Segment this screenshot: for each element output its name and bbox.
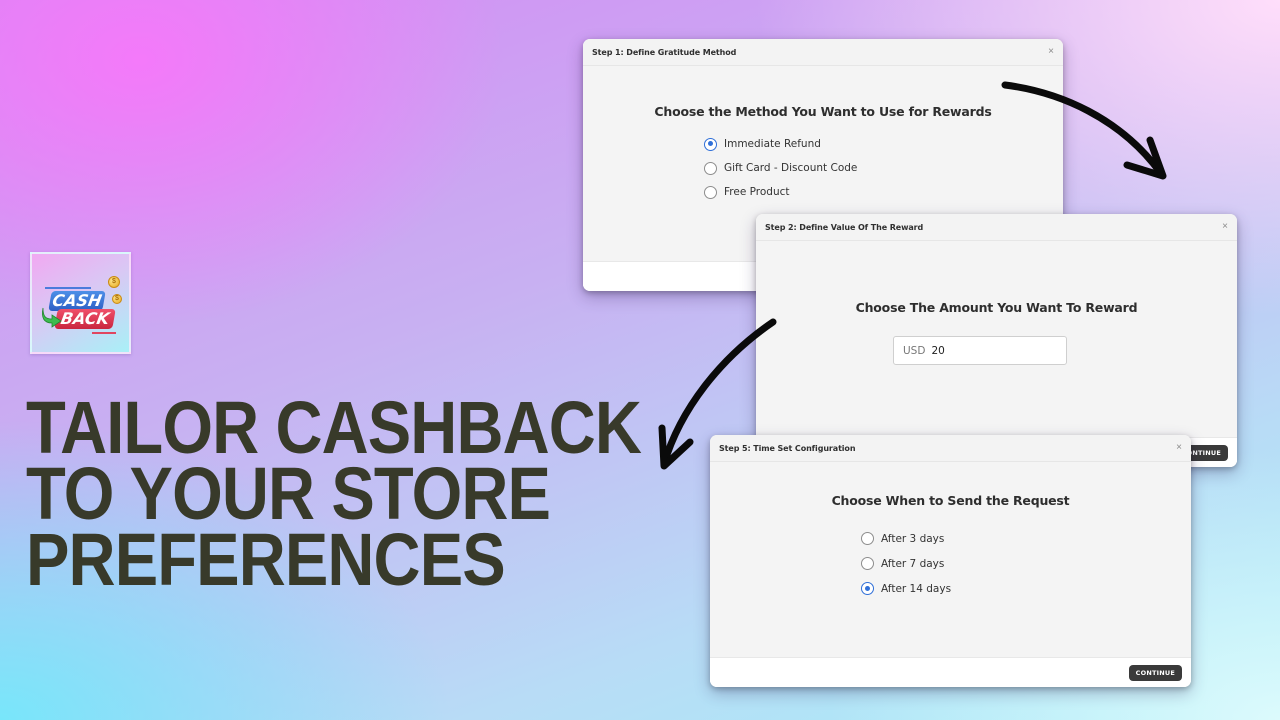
radio-label: After 7 days xyxy=(881,557,945,570)
dialog-header: Step 2: Define Value Of The Reward × xyxy=(756,214,1237,241)
dialog-header: Step 5: Time Set Configuration × xyxy=(710,435,1191,462)
radio-label: Gift Card - Discount Code xyxy=(724,162,858,174)
dialog-body: Choose When to Send the Request After 3 … xyxy=(710,462,1191,687)
radio-label: Immediate Refund xyxy=(724,138,821,150)
headline-line-3: PREFERENCES xyxy=(26,518,506,601)
reward-amount-field[interactable]: USD xyxy=(893,336,1067,365)
green-arrow-icon xyxy=(42,307,62,328)
close-icon[interactable]: × xyxy=(1176,443,1182,453)
cashback-app-logo: $ $ CASH BACK xyxy=(30,252,131,354)
radio-button[interactable] xyxy=(861,532,874,545)
radio-option-after-3-days[interactable]: After 3 days xyxy=(861,526,951,551)
reward-method-radio-group: Immediate Refund Gift Card - Discount Co… xyxy=(704,132,857,204)
question-title: Choose the Method You Want to Use for Re… xyxy=(654,104,992,119)
radio-label: Free Product xyxy=(724,186,790,198)
radio-option-immediate-refund[interactable]: Immediate Refund xyxy=(704,132,857,156)
headline: TAILOR CASHBACK TO YOUR STORE PREFERENCE… xyxy=(26,391,642,601)
gold-coin-icon: $ xyxy=(108,276,120,288)
radio-option-gift-card[interactable]: Gift Card - Discount Code xyxy=(704,156,857,180)
radio-option-free-product[interactable]: Free Product xyxy=(704,180,857,204)
dialog-title: Step 5: Time Set Configuration xyxy=(719,443,856,453)
close-icon[interactable]: × xyxy=(1048,47,1054,57)
radio-option-after-14-days[interactable]: After 14 days xyxy=(861,576,951,601)
dialog-header: Step 1: Define Gratitude Method × xyxy=(583,39,1063,66)
dialog-title: Step 1: Define Gratitude Method xyxy=(592,47,737,57)
step2-dialog: Step 2: Define Value Of The Reward × Cho… xyxy=(756,214,1237,467)
gold-coin-icon: $ xyxy=(112,294,122,304)
radio-button[interactable] xyxy=(861,582,874,595)
question-title: Choose When to Send the Request xyxy=(831,493,1070,508)
radio-button[interactable] xyxy=(861,557,874,570)
dialog-title: Step 2: Define Value Of The Reward xyxy=(765,222,924,232)
radio-button[interactable] xyxy=(704,161,717,175)
question-title: Choose The Amount You Want To Reward xyxy=(855,300,1138,315)
radio-option-after-7-days[interactable]: After 7 days xyxy=(861,551,951,576)
radio-label: After 3 days xyxy=(881,532,945,545)
radio-button[interactable] xyxy=(704,185,717,199)
dialog-footer: CONTINUE xyxy=(710,657,1191,687)
logo-decor-line xyxy=(92,332,116,334)
logo-decor-line xyxy=(45,287,91,289)
step5-dialog: Step 5: Time Set Configuration × Choose … xyxy=(710,435,1191,687)
send-time-radio-group: After 3 days After 7 days After 14 days xyxy=(861,526,951,601)
reward-amount-input[interactable] xyxy=(931,344,1052,357)
currency-prefix: USD xyxy=(903,344,926,357)
radio-label: After 14 days xyxy=(881,582,952,595)
continue-button[interactable]: CONTINUE xyxy=(1128,664,1182,681)
close-icon[interactable]: × xyxy=(1222,222,1228,232)
radio-button[interactable] xyxy=(704,137,717,151)
dialog-body: Choose The Amount You Want To Reward USD xyxy=(756,241,1237,467)
